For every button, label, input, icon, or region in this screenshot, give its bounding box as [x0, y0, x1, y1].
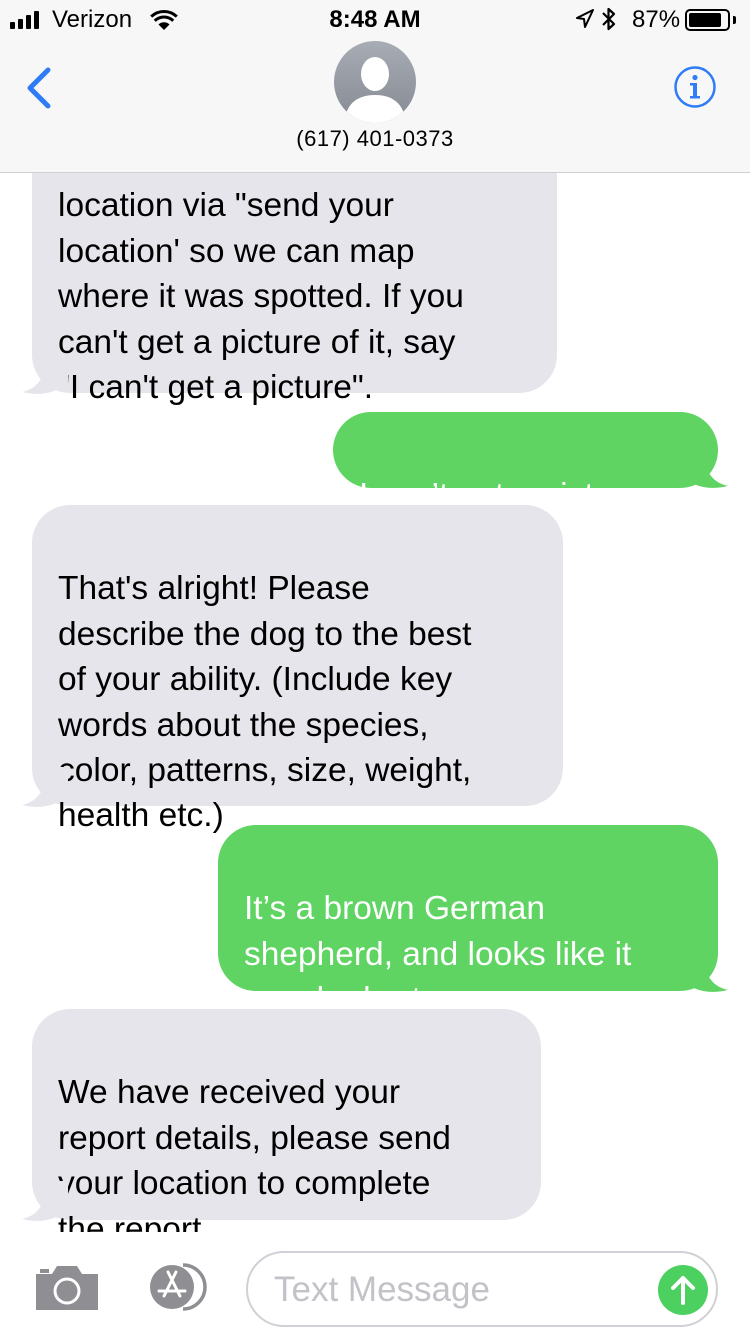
contact-avatar[interactable]: [334, 41, 416, 123]
camera-button[interactable]: [34, 1262, 100, 1312]
message-input[interactable]: [274, 1267, 634, 1313]
battery-level-fill: [689, 13, 722, 27]
message-field[interactable]: [246, 1251, 718, 1327]
bubble-tail-outgoing: [682, 448, 728, 488]
person-silhouette-icon: [344, 57, 406, 123]
back-button[interactable]: [20, 66, 60, 110]
send-button[interactable]: [658, 1265, 708, 1315]
bubble-tail-incoming: [22, 767, 68, 807]
bubble-tail-incoming: [22, 1181, 68, 1221]
message-bubble-outgoing[interactable]: It’s a brown German shepherd, and looks …: [218, 825, 718, 1018]
message-text: That's alright! Please describe the dog …: [58, 570, 472, 835]
message-text: location via "send your location' so we …: [58, 187, 464, 407]
contact-name[interactable]: (617) 401-0373: [0, 126, 750, 152]
chevron-left-icon: [27, 67, 51, 109]
message-text: It’s a brown German shepherd, and looks …: [244, 890, 632, 1019]
app-store-icon: [150, 1263, 207, 1311]
battery-cap: [733, 16, 736, 24]
battery-percent: 87%: [632, 6, 681, 33]
status-bar: Verizon 8:48 AM 87%: [0, 0, 750, 40]
camera-icon: [36, 1266, 98, 1310]
apps-button[interactable]: [139, 1262, 213, 1312]
info-icon: [674, 66, 716, 108]
message-bubble-outgoing[interactable]: I can’t get a picture: [333, 412, 718, 514]
battery-icon: [685, 9, 730, 31]
bubble-tail-incoming: [22, 354, 68, 394]
info-button[interactable]: [673, 65, 717, 109]
message-text: We have received your report details, pl…: [58, 1074, 451, 1248]
message-bubble-incoming[interactable]: We have received your report details, pl…: [32, 1009, 541, 1248]
location-arrow-icon: [576, 9, 594, 28]
message-bubble-incoming[interactable]: That's alright! Please describe the dog …: [32, 505, 563, 834]
bubble-tail-outgoing: [682, 952, 728, 992]
arrow-up-icon: [671, 1276, 695, 1305]
bluetooth-icon: [602, 7, 616, 31]
message-thread[interactable]: location via "send your location' so we …: [0, 0, 750, 1334]
